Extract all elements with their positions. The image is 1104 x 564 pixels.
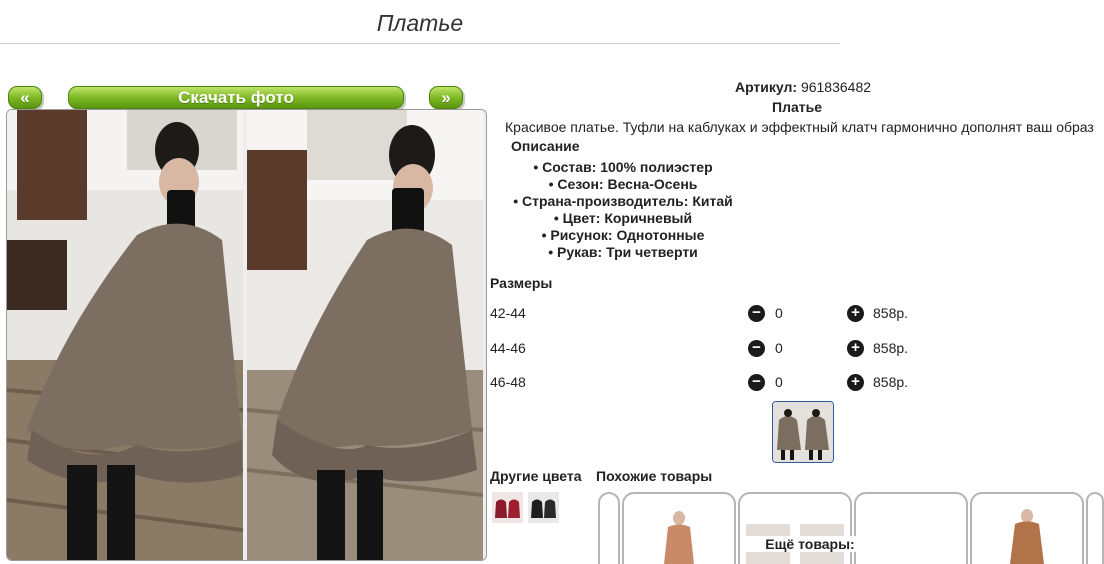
download-photo-button[interactable]: Скачать фото bbox=[68, 86, 404, 109]
prev-photo-button[interactable]: « bbox=[8, 86, 42, 109]
size-price: 858р. bbox=[873, 305, 909, 321]
article-label: Артикул: bbox=[734, 79, 798, 95]
minus-circle-icon[interactable]: − bbox=[748, 340, 765, 357]
size-row: 44-46 − 0 + 858р. bbox=[490, 340, 1090, 360]
size-label: 42-44 bbox=[490, 305, 526, 321]
quantity-value: 0 bbox=[775, 340, 783, 356]
size-price: 858р. bbox=[873, 374, 909, 390]
plus-circle-icon[interactable]: + bbox=[847, 374, 864, 391]
similar-products-title: Похожие товары bbox=[596, 468, 713, 484]
plus-circle-icon[interactable]: + bbox=[847, 340, 864, 357]
similar-product-card[interactable] bbox=[622, 492, 736, 564]
similar-product-card[interactable] bbox=[854, 492, 968, 564]
other-colors-title: Другие цвета bbox=[490, 468, 582, 484]
minus-circle-icon[interactable]: − bbox=[748, 305, 765, 322]
spec-item: Состав: 100% полиэстер bbox=[490, 159, 756, 176]
spec-item: Рукав: Три четверти bbox=[490, 244, 756, 261]
spec-item: Рисунок: Однотонные bbox=[490, 227, 756, 244]
color-variant-thumbnail[interactable] bbox=[528, 492, 559, 523]
quantity-value: 0 bbox=[775, 374, 783, 390]
color-variant-thumbnail[interactable] bbox=[492, 492, 523, 523]
sizes-title: Размеры bbox=[490, 275, 553, 291]
spec-item: Сезон: Весна-Осень bbox=[490, 176, 756, 193]
similar-product-card[interactable] bbox=[1086, 492, 1104, 564]
size-label: 46-48 bbox=[490, 374, 526, 390]
next-photo-button[interactable]: » bbox=[429, 86, 463, 109]
selected-photo-thumbnail[interactable] bbox=[772, 401, 834, 463]
page-title: Платье bbox=[376, 10, 464, 36]
article-line: Артикул: 961836482 bbox=[490, 79, 1104, 95]
size-label: 44-46 bbox=[490, 340, 526, 356]
size-row: 42-44 − 0 + 858р. bbox=[490, 305, 1090, 325]
product-photo-2[interactable] bbox=[247, 110, 483, 560]
similar-product-card[interactable] bbox=[738, 492, 852, 564]
product-photo-frame bbox=[6, 109, 487, 561]
spec-item: Страна-производитель: Китай bbox=[490, 193, 756, 210]
more-goods-title: Ещё товары: bbox=[740, 536, 880, 552]
quantity-value: 0 bbox=[775, 305, 783, 321]
spec-item: Цвет: Коричневый bbox=[490, 210, 756, 227]
similar-product-card[interactable] bbox=[970, 492, 1084, 564]
product-description: Красивое платье. Туфли на каблуках и эфф… bbox=[505, 119, 1094, 135]
title-divider bbox=[0, 43, 840, 44]
size-price: 858р. bbox=[873, 340, 909, 356]
spec-list: Состав: 100% полиэстер Сезон: Весна-Осен… bbox=[490, 159, 756, 261]
plus-circle-icon[interactable]: + bbox=[847, 305, 864, 322]
product-photo-1[interactable] bbox=[7, 110, 243, 560]
size-row: 46-48 − 0 + 858р. bbox=[490, 374, 1090, 394]
product-name: Платье bbox=[772, 99, 822, 115]
minus-circle-icon[interactable]: − bbox=[748, 374, 765, 391]
description-title: Описание bbox=[511, 138, 580, 154]
article-value: 961836482 bbox=[800, 79, 872, 95]
similar-product-card[interactable] bbox=[598, 492, 620, 564]
